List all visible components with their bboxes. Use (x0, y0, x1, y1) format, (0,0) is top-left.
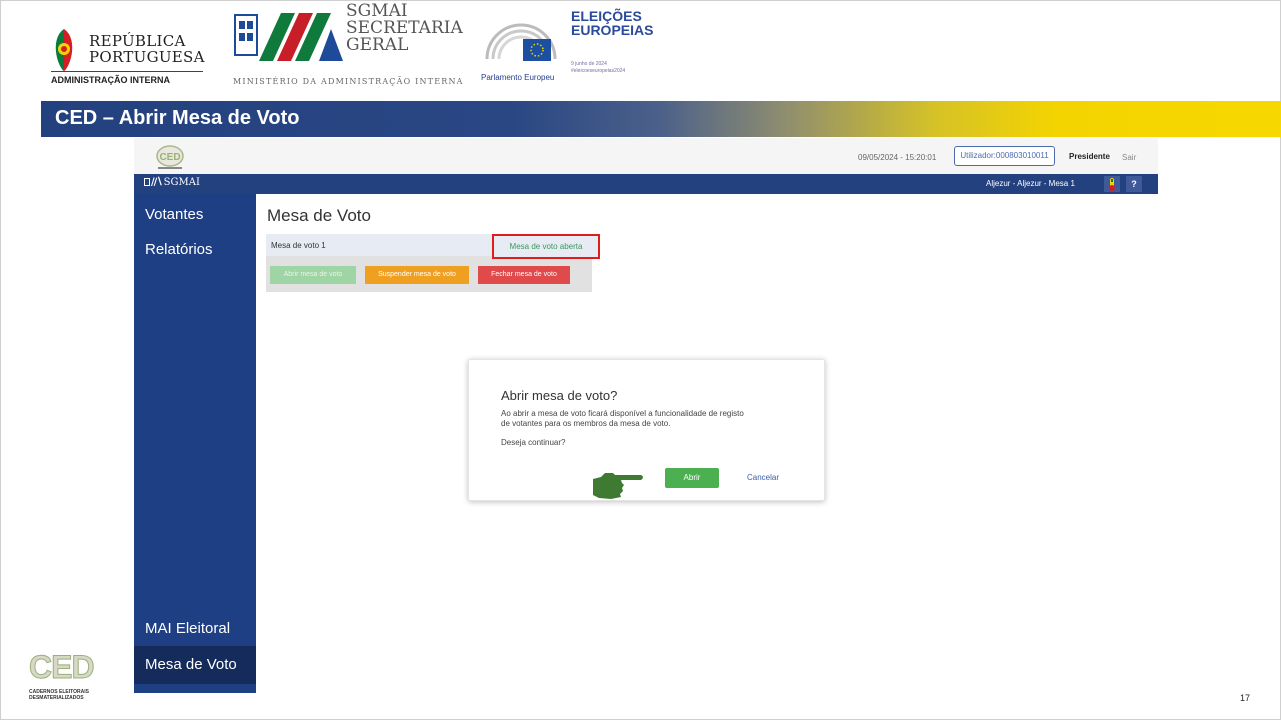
european-parliament-icon (485, 23, 557, 61)
page-title: Mesa de Voto (267, 206, 371, 225)
brand-text: SGMAI (163, 177, 200, 188)
logout-link[interactable]: Sair (1122, 153, 1136, 162)
location-text: Aljezur - Aljezur - Mesa 1 (986, 179, 1075, 188)
sidebar-item-mesa-label: Mesa de Voto (145, 656, 237, 673)
dialog-body-line1: Ao abrir a mesa de voto ficará disponíve… (501, 409, 744, 418)
app-topbar: CED 09/05/2024 - 15:20:01 Utilizador:000… (134, 138, 1158, 174)
datetime-text: 09/05/2024 - 15:20:01 (858, 153, 937, 162)
sidebar: Votantes Relatórios MAI Eleitoral Mesa d… (134, 194, 256, 693)
thermometer-icon (1109, 178, 1115, 191)
suspend-mesa-button[interactable]: Suspender mesa de voto (365, 266, 469, 284)
dialog-question: Deseja continuar? (501, 438, 566, 447)
user-badge[interactable]: Utilizador:000803010011 (954, 146, 1055, 166)
portuguesa-text: PORTUGUESA (89, 48, 205, 66)
role-text: Presidente (1069, 152, 1110, 161)
slide: REPÚBLICA PORTUGUESA ADMINISTRAÇÃO INTER… (0, 0, 1281, 720)
sidebar-item-mai-eleitoral[interactable]: MAI Eleitoral (145, 620, 230, 637)
divider (51, 71, 203, 72)
administracao-interna-text: ADMINISTRAÇÃO INTERNA (51, 75, 170, 85)
pointing-hand-icon (593, 473, 643, 499)
title-banner: CED – Abrir Mesa de Voto (41, 101, 1281, 137)
eleicoes-europeias-logo: ELEIÇÕES EUROPEIAS 9 junho de 2024 #elei… (571, 9, 681, 79)
ced-logo: CED CADERNOS ELEITORAIS DESMATERIALIZADO… (29, 649, 99, 711)
eleicoes-text: ELEIÇÕES (571, 8, 642, 24)
dialog-body: Ao abrir a mesa de voto ficará disponíve… (501, 409, 806, 429)
close-mesa-button[interactable]: Fechar mesa de voto (478, 266, 570, 284)
ced-app-logo-icon: CED (156, 145, 184, 169)
sgmai-logo: SGMAI SECRETARIA GERAL MINISTÉRIO DA ADM… (233, 3, 463, 91)
republica-text: REPÚBLICA (89, 32, 186, 50)
mesa-label: Mesa de voto 1 (271, 241, 326, 250)
europeias-text: EUROPEIAS (571, 22, 654, 38)
flag-button[interactable] (1104, 176, 1120, 192)
parlamento-europeu-text: Parlamento Europeu (481, 73, 555, 82)
mesa-panel: Mesa de voto 1 Mesa de voto aberta Abrir… (266, 234, 600, 292)
sgmai-logo-icon (234, 13, 343, 61)
ministerio-text: MINISTÉRIO DA ADMINISTRAÇÃO INTERNA (233, 77, 464, 86)
geral-text: GERAL (346, 35, 409, 55)
slide-title: CED – Abrir Mesa de Voto (55, 107, 300, 129)
confirm-open-button[interactable]: Abrir (665, 468, 719, 488)
confirm-dialog: Abrir mesa de voto? Ao abrir a mesa de v… (468, 359, 825, 501)
dialog-body-line2: de votantes para os membros da mesa de v… (501, 419, 671, 428)
header-logos: REPÚBLICA PORTUGUESA ADMINISTRAÇÃO INTER… (1, 1, 1281, 93)
parlamento-europeu-logo: Parlamento Europeu (481, 15, 561, 85)
hashtag-text: #eleicoeseuropeias2024 (571, 68, 626, 74)
election-date-text: 9 junho de 2024 (571, 61, 607, 67)
app-navbar: /∕∖ SGMAI Aljezur - Aljezur - Mesa 1 ? (134, 174, 1158, 194)
cancel-button[interactable]: Cancelar (747, 473, 779, 482)
svg-text:CED: CED (159, 152, 180, 163)
open-mesa-button[interactable]: Abrir mesa de voto (270, 266, 356, 284)
sidebar-item-mesa-de-voto[interactable]: Mesa de Voto (134, 646, 256, 684)
republica-portuguesa-logo: REPÚBLICA PORTUGUESA ADMINISTRAÇÃO INTER… (51, 27, 211, 87)
dialog-title: Abrir mesa de voto? (501, 388, 618, 403)
sidebar-item-relatorios[interactable]: Relatórios (145, 241, 213, 258)
help-icon[interactable]: ? (1126, 176, 1142, 192)
brand-shield-icon (144, 178, 150, 186)
ced-logo-text: CED (29, 649, 96, 686)
brand-mark-icon: /∕∖ (151, 177, 163, 188)
sidebar-item-votantes[interactable]: Votantes (145, 206, 203, 223)
page-number: 17 (1240, 693, 1251, 703)
mesa-status-badge: Mesa de voto aberta (492, 234, 600, 259)
ced-sub-line2: DESMATERIALIZADOS (29, 695, 84, 701)
portugal-flag-icon (55, 29, 73, 71)
nav-brand: /∕∖ SGMAI (144, 177, 200, 188)
